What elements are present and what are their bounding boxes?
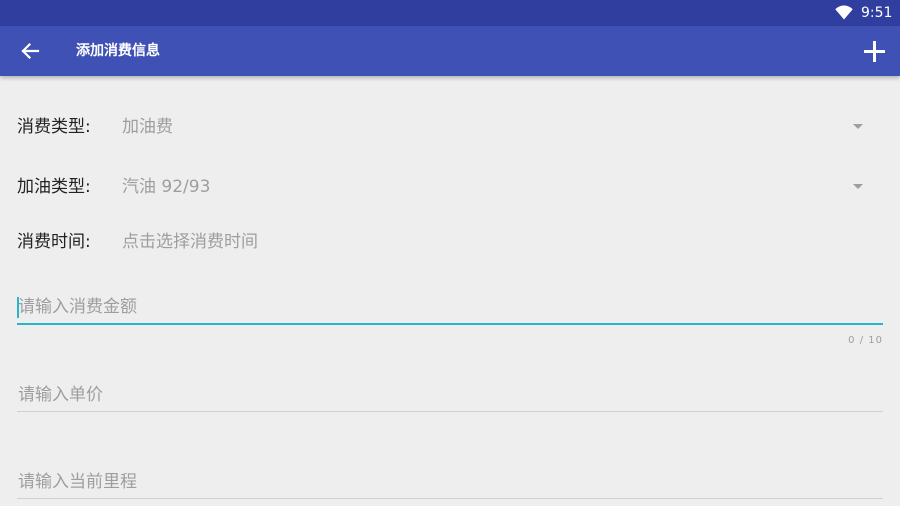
mileage-input[interactable] [17,466,883,498]
unit-price-field[interactable] [17,379,883,412]
expense-time-picker[interactable]: 点击选择消费时间 [122,231,258,253]
fuel-type-select[interactable]: 加油类型: 汽油 92/93 [17,172,883,202]
status-time: 9:51 [861,5,893,21]
amount-input[interactable] [17,291,883,323]
amount-char-counter: 0 / 10 [848,335,883,346]
expense-type-value[interactable]: 加油费 [122,116,173,138]
fuel-type-label: 加油类型: [17,177,91,197]
mileage-field[interactable] [17,466,883,499]
expense-type-select[interactable]: 消费类型: 加油费 [17,112,883,142]
amount-field[interactable] [17,291,883,325]
expense-time-row[interactable]: 消费时间: 点击选择消费时间 [17,227,883,257]
expense-time-label: 消费时间: [17,232,91,252]
app-bar: 添加消费信息 [0,26,900,76]
amount-underline [17,323,883,325]
unit-price-input[interactable] [17,379,883,411]
mileage-underline [17,498,883,499]
status-bar: 9:51 [0,0,900,26]
dropdown-caret-icon[interactable] [853,124,863,129]
arrow-left-icon[interactable] [20,41,40,61]
expense-type-label: 消费类型: [17,117,91,137]
dropdown-caret-icon[interactable] [853,184,863,189]
page-title: 添加消费信息 [76,43,160,59]
wifi-icon [835,5,853,20]
plus-icon[interactable] [863,40,886,63]
text-cursor [17,297,19,318]
unit-price-underline [17,411,883,412]
fuel-type-value[interactable]: 汽油 92/93 [122,176,210,198]
